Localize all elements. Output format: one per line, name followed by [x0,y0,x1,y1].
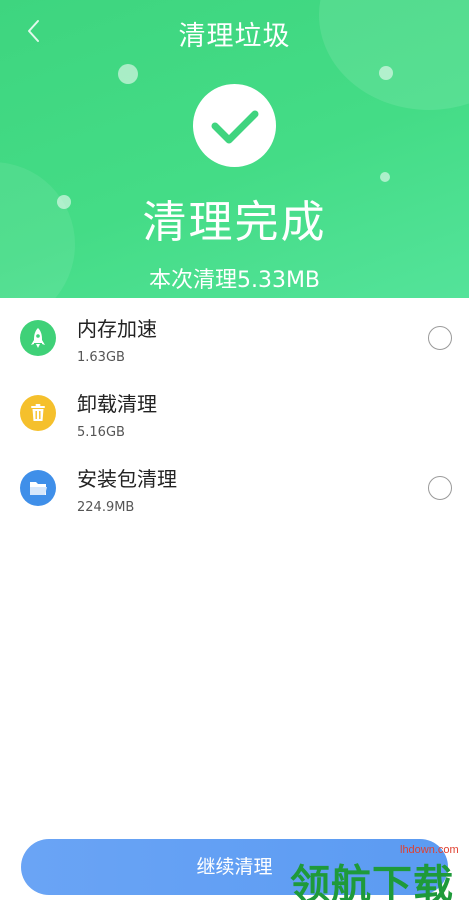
page: 清理垃圾 清理完成 本次清理5.33MB 内存加速 1.63GB 卸载清理 5.… [0,0,469,900]
watermark-logo: lhdown.com 领航下载 [290,838,466,900]
decorative-dot [379,66,393,80]
list-item-memory-boost[interactable]: 内存加速 1.63GB [0,302,469,372]
trash-icon [20,395,56,431]
folder-icon [20,470,56,506]
item-size: 5.16GB [77,425,125,440]
item-label: 内存加速 [77,317,157,341]
item-size: 224.9MB [77,500,135,515]
page-title: 清理垃圾 [178,21,291,52]
select-radio[interactable] [428,476,452,500]
cleaned-summary: 本次清理5.33MB [148,268,321,293]
check-badge [193,84,276,167]
check-icon [211,110,259,144]
status-title: 清理完成 [142,197,327,248]
header: 清理垃圾 清理完成 本次清理5.33MB [0,0,469,298]
item-label: 卸载清理 [77,392,157,416]
list-item-package-cleanup[interactable]: 安装包清理 224.9MB [0,452,469,522]
item-size: 1.63GB [77,350,125,365]
decorative-dot [118,64,138,84]
list-item-uninstall-cleanup[interactable]: 卸载清理 5.16GB [0,377,469,447]
item-label: 安装包清理 [77,467,177,491]
watermark-text: 领航下载 [290,862,454,900]
rocket-icon [20,320,56,356]
decorative-dot [380,172,390,182]
select-radio[interactable] [428,326,452,350]
